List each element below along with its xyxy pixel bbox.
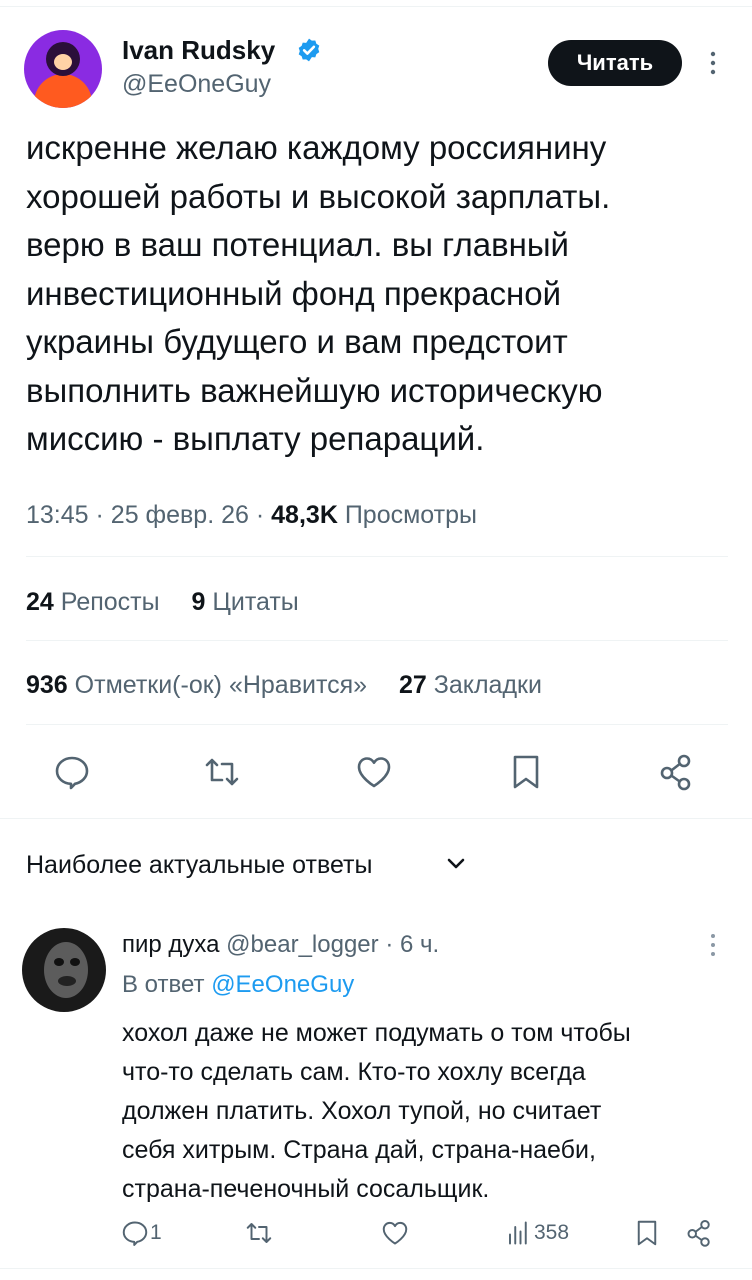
- reply-more-options-icon[interactable]: [704, 930, 722, 960]
- reply-icon[interactable]: [52, 752, 92, 792]
- share-icon[interactable]: [656, 752, 696, 792]
- reply-text-line: страна-печеночный сосальщик.: [122, 1175, 490, 1203]
- reply-icon: [122, 1221, 148, 1246]
- reply-reply-button[interactable]: 1: [120, 1216, 162, 1250]
- reply-retweet-button[interactable]: [244, 1216, 274, 1250]
- reply-reply-count: 1: [150, 1221, 162, 1244]
- reply-text-line: что-то сделать сам. Кто-то хохлу всегда: [122, 1058, 586, 1086]
- reply-time[interactable]: 6 ч.: [400, 931, 439, 958]
- retweet-icon[interactable]: [202, 752, 242, 792]
- views-label: Просмотры: [344, 501, 477, 529]
- share-icon: [687, 1220, 710, 1247]
- section-divider: [0, 818, 752, 819]
- replies-sort-title[interactable]: Наиболее актуальные ответы: [26, 848, 372, 882]
- reply-to-label: В ответ: [122, 971, 205, 998]
- reply-text-line: себя хитрым. Страна дай, страна-наеби,: [122, 1136, 596, 1164]
- author-avatar[interactable]: [24, 30, 102, 108]
- tweet-meta: 13:45 · 25 февр. 26 · 48,3K Просмотры: [26, 501, 477, 529]
- reply-text-line: хохол даже не может подумать о том чтобы: [122, 1019, 631, 1047]
- retweet-icon: [246, 1223, 272, 1243]
- heart-icon: [382, 1221, 408, 1245]
- follow-button[interactable]: Читать: [548, 40, 682, 86]
- reply-author-avatar[interactable]: [22, 928, 106, 1012]
- reply-share-button[interactable]: [684, 1216, 714, 1250]
- heart-icon[interactable]: [354, 752, 394, 792]
- quotes-link[interactable]: 9 Цитаты: [192, 588, 299, 616]
- tweet-text-line: выполнить важнейшую историческую: [26, 371, 603, 409]
- reply-text-line: должен платить. Хохол тупой, но считает: [122, 1097, 602, 1125]
- reply-to-handle[interactable]: @EeOneGuy: [211, 971, 354, 998]
- tweet-text-line: миссию - выплату репараций.: [26, 420, 485, 457]
- author-handle[interactable]: @EeOneGuy: [122, 68, 271, 100]
- bottom-divider: [0, 1268, 752, 1269]
- reply-to-line: В ответ @EeOneGuy: [122, 968, 354, 1002]
- divider: [26, 640, 728, 641]
- tweet-time[interactable]: 13:45: [26, 501, 89, 529]
- verified-badge-icon: [298, 38, 320, 62]
- reply-bookmark-button[interactable]: [632, 1216, 662, 1250]
- reply-views-button[interactable]: 358: [504, 1216, 569, 1250]
- author-name[interactable]: Ivan Rudsky: [122, 34, 275, 66]
- divider: [26, 724, 728, 725]
- reply-author-handle[interactable]: @bear_logger: [226, 931, 378, 958]
- divider: [26, 556, 728, 557]
- chevron-down-icon[interactable]: [446, 856, 466, 872]
- reply-header: пир духа @bear_logger · 6 ч.: [122, 931, 440, 958]
- reply-views-count: 358: [534, 1221, 570, 1244]
- reply-like-button[interactable]: [380, 1216, 410, 1250]
- more-options-icon[interactable]: [704, 48, 722, 78]
- views-count: 48,3K: [271, 501, 338, 529]
- tweet-text-line: искренне желаю каждому россиянину: [26, 129, 607, 166]
- views-chart-icon: [509, 1221, 527, 1245]
- reposts-link[interactable]: 24 Репосты: [26, 588, 160, 616]
- tweet-text: искренне желаю каждому россиянину хороше…: [26, 124, 716, 464]
- tweet-date[interactable]: 25 февр. 26: [111, 501, 249, 529]
- tweet-text-line: украины будущего и вам предстоит: [26, 323, 568, 360]
- reply-text: хохол даже не может подумать о том чтобы…: [122, 1014, 722, 1209]
- likes-link[interactable]: 936 Отметки(-ок) «Нравится»: [26, 671, 367, 699]
- top-divider: [0, 6, 752, 7]
- bookmark-icon: [637, 1220, 657, 1246]
- tweet-text-line: верю в ваш потенциал. вы главный: [26, 226, 569, 263]
- bookmark-icon[interactable]: [506, 752, 546, 792]
- reposts-quotes-stats: 24 Репосты 9 Цитаты: [26, 585, 299, 619]
- bookmarks-link[interactable]: 27 Закладки: [399, 671, 542, 699]
- reply-author-name[interactable]: пир духа: [122, 931, 220, 958]
- tweet-text-line: хорошей работы и высокой зарплаты.: [26, 177, 611, 215]
- tweet-text-line: инвестиционный фонд прекрасной: [26, 274, 562, 312]
- likes-bookmarks-stats: 936 Отметки(-ок) «Нравится» 27 Закладки: [26, 668, 542, 702]
